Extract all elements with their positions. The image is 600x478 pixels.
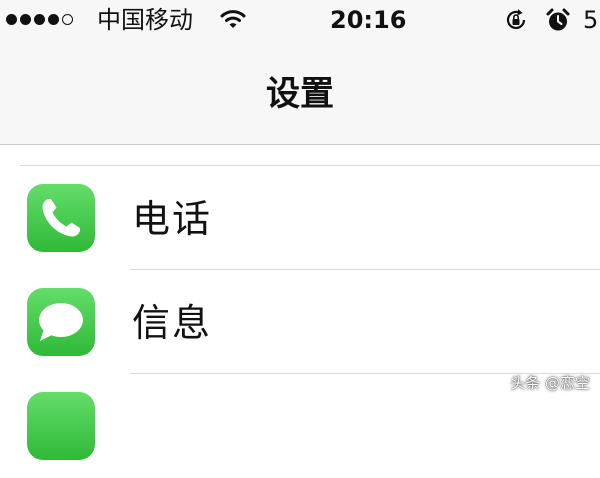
clock-time: 20:16 <box>330 6 407 34</box>
settings-item-label: 电话 <box>132 197 213 241</box>
signal-dot <box>34 14 45 25</box>
signal-dot <box>6 14 17 25</box>
watermark: 头条 @恋空 <box>510 374 590 392</box>
signal-dot <box>48 14 59 25</box>
settings-list: 电话 信息 <box>0 145 600 460</box>
status-bar: 中国移动 20:16 5 <box>0 0 600 40</box>
carrier-name: 中国移动 <box>97 6 193 34</box>
signal-dot-empty <box>62 14 73 25</box>
battery-percentage: 5 <box>583 6 599 34</box>
page-title: 设置 <box>266 74 334 114</box>
signal-dot <box>20 14 31 25</box>
messages-icon <box>27 288 95 356</box>
alarm-clock-icon <box>546 8 570 31</box>
settings-item-messages[interactable]: 信息 <box>0 270 600 374</box>
phone-icon <box>27 184 95 252</box>
rotation-lock-icon <box>506 9 526 29</box>
app-icon <box>27 392 95 460</box>
settings-item-label: 信息 <box>132 301 213 345</box>
wifi-icon <box>220 10 246 28</box>
signal-strength-icon <box>6 14 73 25</box>
navigation-bar: 设置 <box>0 40 600 145</box>
settings-item-phone[interactable]: 电话 <box>0 166 600 270</box>
